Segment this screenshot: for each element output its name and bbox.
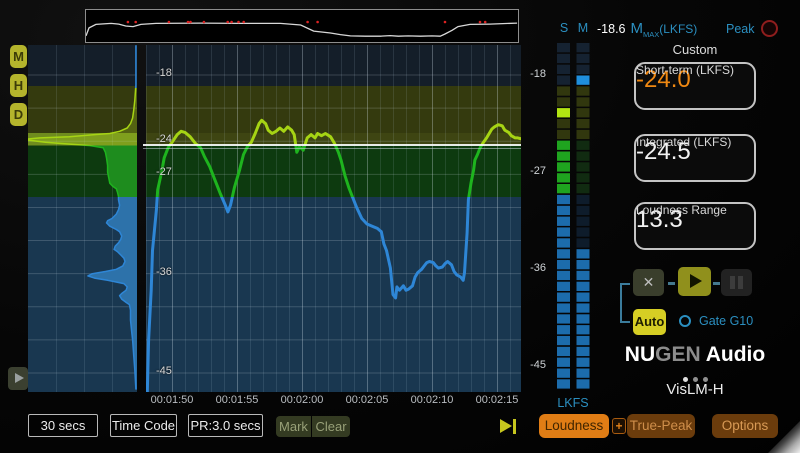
target-loudness-line: [143, 144, 521, 146]
y-axis-tick-label: -18: [156, 67, 172, 79]
logo-nu: NU: [625, 343, 655, 366]
time-axis-tick-label: 00:02:15: [465, 394, 529, 406]
product-name: VisLM-H: [610, 381, 780, 398]
pause-icon: [730, 276, 735, 289]
meter-s-header: S: [557, 21, 571, 35]
tab-loudness[interactable]: Loudness: [539, 414, 609, 438]
program-overview-strip[interactable]: [85, 9, 519, 43]
skip-to-end-button[interactable]: [500, 419, 518, 434]
y-axis-tick-label: -27: [156, 166, 172, 178]
sm-level-meter: [557, 43, 590, 393]
timecode-mode-selector[interactable]: Time Code: [110, 414, 177, 437]
meter-m-header: M: [576, 21, 590, 35]
history-playback-button[interactable]: [8, 367, 28, 390]
nugen-audio-logo: NUGEN Audio: [610, 343, 780, 367]
meter-unit-label: LKFS: [550, 396, 596, 410]
integrated-readout[interactable]: -24.5 Integrated (LKFS): [634, 134, 756, 182]
momentary-max-readout: -18.6 MMAX(LKFS): [597, 20, 697, 39]
play-button[interactable]: [678, 267, 711, 296]
mmax-m: M: [631, 20, 644, 37]
time-axis-tick-label: 00:02:05: [335, 394, 399, 406]
skip-to-end-icon-bar: [513, 419, 516, 434]
transport-connector: [713, 282, 720, 285]
add-view-button[interactable]: +: [612, 418, 626, 434]
logo-gen: GEN: [655, 343, 701, 366]
play-icon: [15, 373, 24, 383]
tab-true-peak[interactable]: True-Peak: [627, 414, 695, 438]
time-axis-tick-label: 00:02:00: [270, 394, 334, 406]
meter-scale-label: -36: [520, 262, 546, 274]
y-axis-tick-label: -24: [156, 133, 172, 145]
meter-scale-label: -45: [520, 359, 546, 371]
clear-button[interactable]: Clear: [312, 416, 350, 437]
time-axis-tick-label: 00:01:50: [140, 394, 204, 406]
tab-options[interactable]: Options: [712, 414, 778, 438]
time-axis-tick-label: 00:02:10: [400, 394, 464, 406]
vislm-plugin-window: M H D S M LKFS -18.6MMAX(LKFS) Peak Cust…: [0, 0, 800, 453]
pr-setting-selector[interactable]: PR:3.0 secs: [188, 414, 263, 437]
mmax-value: -18.6: [597, 22, 626, 36]
short-term-label: Short-term (LKFS): [636, 64, 734, 77]
integrated-label: Integrated (LKFS): [636, 136, 731, 149]
y-axis-tick-label: -45: [156, 365, 172, 377]
loudness-range-readout[interactable]: 13.3 Loudness Range: [634, 202, 756, 250]
loudness-range-label: Loudness Range: [636, 204, 727, 217]
pause-icon: [738, 276, 743, 289]
target-loudness-line-secondary: [143, 148, 521, 149]
gate-radio-indicator[interactable]: [679, 315, 691, 327]
time-axis-tick-label: 00:01:55: [205, 394, 269, 406]
transport-connector: [668, 282, 675, 285]
mmax-sub: MAX: [643, 30, 659, 39]
auto-link-bracket: [620, 283, 630, 323]
reset-button[interactable]: ✕: [633, 269, 664, 296]
logo-audio: Audio: [701, 343, 766, 366]
loudness-distribution-panel: [28, 45, 137, 392]
auto-button[interactable]: Auto: [633, 309, 666, 335]
mmax-unit: (LKFS): [659, 22, 697, 36]
overview-waveform: [86, 10, 518, 42]
loudness-history-graph[interactable]: [146, 45, 521, 392]
mode-h-button[interactable]: H: [10, 74, 27, 97]
meter-scale-label: -18: [520, 68, 546, 80]
skip-to-end-icon: [500, 419, 512, 433]
peak-label: Peak: [726, 22, 755, 36]
mode-d-button[interactable]: D: [10, 103, 27, 126]
mark-button[interactable]: Mark: [276, 416, 311, 437]
mode-m-button[interactable]: M: [10, 45, 27, 68]
time-window-selector[interactable]: 30 secs: [28, 414, 98, 437]
pause-button[interactable]: [721, 269, 752, 296]
peak-indicator-lamp[interactable]: [761, 20, 778, 37]
meter-scale-label: -27: [520, 165, 546, 177]
gate-label: Gate G10: [699, 314, 753, 328]
y-axis-tick-label: -36: [156, 266, 172, 278]
play-icon: [690, 274, 702, 288]
short-term-readout[interactable]: -24.0 Short-term (LKFS): [634, 62, 756, 110]
preset-name[interactable]: Custom: [634, 42, 756, 57]
